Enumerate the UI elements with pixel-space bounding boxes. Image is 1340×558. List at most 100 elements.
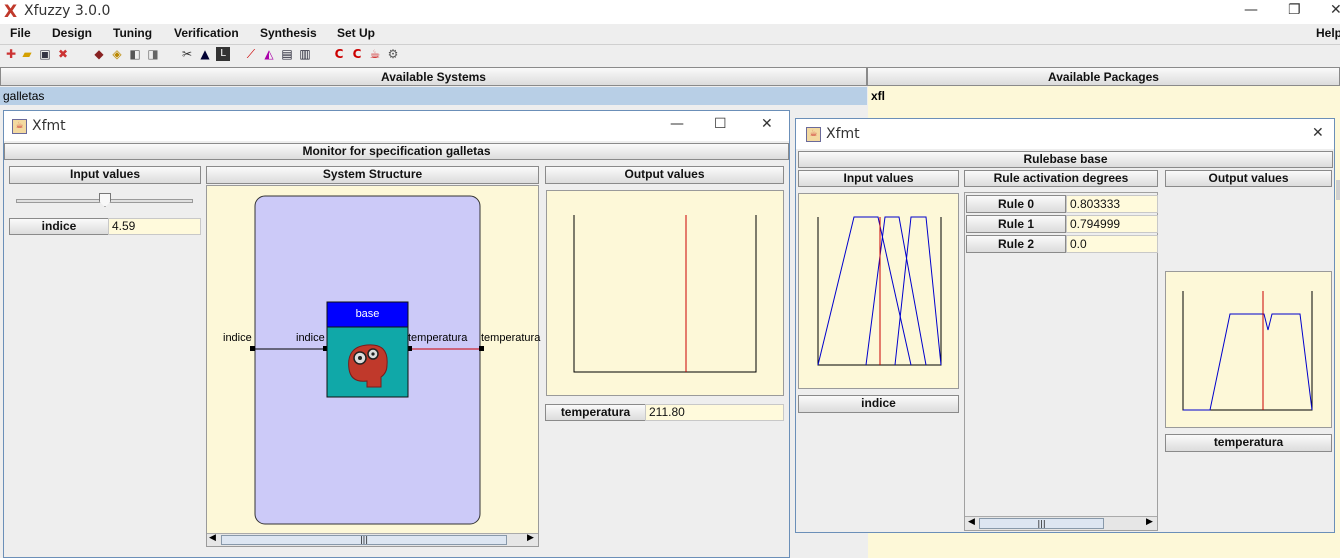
output-plot-axes	[573, 215, 757, 373]
menu-file[interactable]: File	[10, 26, 31, 40]
open-system-icon[interactable]: ▰	[20, 47, 34, 61]
output-plot	[573, 215, 757, 373]
vhdl-synth-icon[interactable]: ⚙	[386, 47, 400, 61]
output-temperatura-value: 211.80	[645, 404, 784, 421]
simulation-icon[interactable]: ▥	[298, 47, 312, 61]
menu-help[interactable]: Help	[1316, 26, 1340, 40]
rulebase-close-button[interactable]: ✕	[1312, 125, 1324, 141]
scroll-left-arrow-icon[interactable]: ◀	[968, 517, 975, 527]
scroll-right-arrow-icon[interactable]: ▶	[1146, 517, 1153, 527]
mf-high	[894, 216, 942, 366]
main-titlebar: X Xfuzzy 3.0.0 — ❐ ✕	[0, 0, 1340, 24]
rule-1-value: 0.794999	[1066, 215, 1158, 233]
rb-output-axes	[1182, 291, 1313, 411]
main-minimize-button[interactable]: —	[1244, 2, 1258, 18]
input-indice-value: 4.59	[108, 218, 201, 235]
toolbar: ✚ ▰ ▣ ✖ ◆ ◈ ◧ ◨ ✂ ▲ L ⟋ ◭ ▤ ▥ C C ☕ ⚙	[0, 44, 1340, 68]
menu-bar: File Design Tuning Verification Synthesi…	[0, 24, 1340, 44]
rulebase-window-title: Xfmt	[826, 126, 860, 142]
rule-0-value: 0.803333	[1066, 195, 1158, 213]
save-system-icon[interactable]: ▣	[38, 47, 52, 61]
menu-setup[interactable]: Set Up	[337, 26, 375, 40]
monitor-icon[interactable]: ▤	[280, 47, 294, 61]
new-package-icon[interactable]: ◆	[92, 47, 106, 61]
rulebase-name: base	[355, 308, 380, 320]
close-package-icon[interactable]: ◨	[146, 47, 160, 61]
available-systems-header: Available Systems	[0, 67, 867, 86]
input-port-left	[250, 346, 255, 351]
menu-tuning[interactable]: Tuning	[113, 26, 152, 40]
rb-input-plot	[817, 216, 942, 366]
rule-0-button[interactable]: Rule 0	[966, 195, 1066, 213]
rule-list-h-scrollbar[interactable]: ◀ ||| ▶	[965, 516, 1157, 530]
rule-2-button[interactable]: Rule 2	[966, 235, 1066, 253]
edit-tools-icon[interactable]: ✂	[180, 47, 194, 61]
rulebase-titlebar: ☕ Xfmt ✕	[796, 119, 1334, 149]
java-cup-icon: ☕	[806, 127, 821, 142]
rule-2-value: 0.0	[1066, 235, 1158, 253]
system-structure-panel: base indice indice temperatura temperatu…	[206, 185, 541, 547]
system-structure-header: System Structure	[206, 166, 539, 184]
monitor-minimize-button[interactable]: —	[670, 116, 684, 132]
learning-icon[interactable]: L	[216, 47, 230, 61]
inner-output-label: temperatura	[408, 332, 468, 344]
save-package-icon[interactable]: ◧	[128, 47, 142, 61]
package-list-item[interactable]: xfl	[871, 89, 885, 103]
java-cup-icon: ☕	[12, 119, 27, 134]
scroll-right-arrow-icon[interactable]: ▶	[527, 533, 534, 543]
graph-icon[interactable]: ⟋	[244, 47, 258, 61]
monitor-titlebar: ☕ Xfmt — ☐ ✕	[4, 111, 789, 141]
menu-synthesis[interactable]: Synthesis	[260, 26, 317, 40]
main-restore-button[interactable]: ❐	[1288, 2, 1301, 18]
rule-activation-list: Rule 0 0.803333 Rule 1 0.794999 Rule 2 0…	[964, 192, 1158, 531]
output-temperatura-button[interactable]: temperatura	[545, 404, 646, 421]
menu-design[interactable]: Design	[52, 26, 92, 40]
system-structure-diagram	[250, 195, 484, 525]
monitor-window: ☕ Xfmt — ☐ ✕ Monitor for specification g…	[3, 110, 790, 558]
rb-input-indice-button[interactable]: indice	[798, 395, 959, 413]
rule-activation-header: Rule activation degrees	[964, 170, 1158, 187]
right-output-label: temperatura	[481, 332, 541, 344]
scroll-left-arrow-icon[interactable]: ◀	[209, 533, 216, 543]
input-indice-button[interactable]: indice	[9, 218, 109, 235]
scroll-thumb[interactable]: |||	[979, 518, 1104, 529]
main-window-title: Xfuzzy 3.0.0	[24, 3, 111, 19]
inner-input-label: indice	[296, 332, 325, 344]
rb-output-plot	[1182, 291, 1313, 411]
surface-icon[interactable]: ◭	[262, 47, 276, 61]
menu-verification[interactable]: Verification	[174, 26, 239, 40]
indice-slider[interactable]	[16, 193, 193, 209]
open-package-icon[interactable]: ◈	[110, 47, 124, 61]
rb-output-temperatura-button[interactable]: temperatura	[1165, 434, 1332, 452]
system-list-item[interactable]: galletas	[0, 87, 867, 105]
cpp-synth-icon[interactable]: C	[350, 47, 364, 61]
rb-input-values-header: Input values	[798, 170, 959, 187]
main-right-edge	[1336, 180, 1340, 200]
rb-output-plot-panel	[1165, 271, 1332, 428]
available-packages-header: Available Packages	[867, 67, 1340, 86]
output-values-header: Output values	[545, 166, 784, 184]
slider-thumb[interactable]	[99, 193, 111, 207]
structure-h-scrollbar[interactable]: ◀ ||| ▶	[207, 533, 538, 546]
input-values-header: Input values	[9, 166, 201, 184]
rb-input-plot-panel	[798, 193, 959, 389]
xfuzzy-logo-icon: X	[4, 2, 18, 22]
c-synth-icon[interactable]: C	[332, 47, 346, 61]
output-plot-panel	[546, 190, 784, 396]
new-system-icon[interactable]: ✚	[4, 47, 18, 61]
main-close-button[interactable]: ✕	[1330, 2, 1340, 18]
mf-medium	[865, 216, 927, 366]
output-port-right	[479, 346, 484, 351]
scroll-thumb[interactable]: |||	[221, 535, 507, 545]
rb-output-values-header: Output values	[1165, 170, 1332, 187]
rule-1-button[interactable]: Rule 1	[966, 215, 1066, 233]
rb-output-curve	[1183, 313, 1313, 411]
monitor-window-title: Xfmt	[32, 118, 66, 134]
graduation-icon[interactable]: ▲	[198, 47, 212, 61]
close-system-icon[interactable]: ✖	[56, 47, 70, 61]
monitor-close-button[interactable]: ✕	[761, 116, 773, 132]
monitor-maximize-button[interactable]: ☐	[714, 116, 727, 132]
left-input-label: indice	[223, 332, 252, 344]
monitor-header: Monitor for specification galletas	[4, 143, 789, 160]
java-synth-icon[interactable]: ☕	[368, 47, 382, 61]
